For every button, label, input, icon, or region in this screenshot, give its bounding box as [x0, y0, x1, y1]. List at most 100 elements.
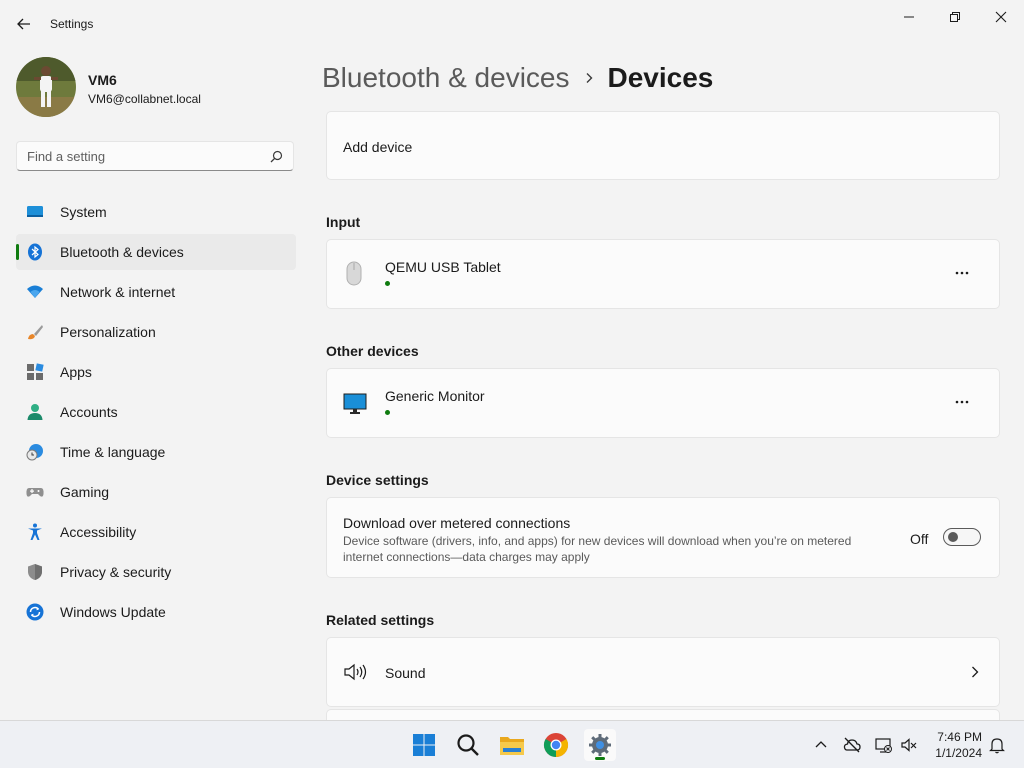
- main-content: Add device Input QEMU USB Tablet Other d…: [326, 111, 1000, 720]
- network-disconnected-icon[interactable]: [874, 736, 892, 754]
- device-name: QEMU USB Tablet: [385, 259, 501, 275]
- add-device-card[interactable]: Add device: [326, 111, 1000, 180]
- related-setting-next-card[interactable]: [326, 709, 1000, 720]
- search-box: [16, 141, 294, 171]
- search-icon: [457, 734, 479, 756]
- accessibility-icon: [28, 523, 42, 540]
- sidebar-item-label: Bluetooth & devices: [60, 244, 184, 260]
- wifi-icon: [27, 285, 43, 298]
- chevron-right-icon: [972, 666, 979, 678]
- chrome-icon: [543, 733, 569, 757]
- sidebar-item-network-internet[interactable]: Network & internet: [16, 274, 296, 310]
- breadcrumb-separator: [584, 72, 594, 84]
- volume-muted-icon[interactable]: [901, 736, 919, 754]
- accounts-icon: [27, 404, 43, 420]
- breadcrumb: Bluetooth & devices Devices: [322, 58, 713, 98]
- title-bar: Settings: [0, 0, 1024, 48]
- sidebar-item-label: Privacy & security: [60, 564, 172, 580]
- minimize-button[interactable]: [886, 2, 932, 32]
- chevron-right-icon: [586, 73, 592, 83]
- settings-app-button[interactable]: [584, 729, 616, 761]
- settings-icon: [589, 734, 611, 756]
- sidebar-item-label: System: [60, 204, 107, 220]
- sidebar-item-time-language[interactable]: Time & language: [16, 434, 296, 470]
- taskbar-search-button[interactable]: [452, 729, 484, 761]
- sidebar-item-label: Personalization: [60, 324, 156, 340]
- system-clock[interactable]: 7:46 PM 1/1/2024: [935, 729, 982, 761]
- sidebar-item-label: Gaming: [60, 484, 110, 500]
- breadcrumb-parent[interactable]: Bluetooth & devices: [322, 62, 570, 94]
- sidebar-item-personalization[interactable]: Personalization: [16, 314, 296, 350]
- file-explorer-button[interactable]: [496, 729, 528, 761]
- more-options-button[interactable]: [949, 389, 975, 415]
- user-email: VM6@collabnet.local: [88, 92, 201, 106]
- toggle-knob: [948, 532, 958, 542]
- active-app-indicator: [595, 757, 605, 760]
- toggle-state-label: Off: [910, 531, 929, 547]
- sidebar-item-windows-update[interactable]: Windows Update: [16, 594, 296, 630]
- sidebar-item-gaming[interactable]: Gaming: [16, 474, 296, 510]
- more-icon: [955, 400, 969, 404]
- section-title-device-settings: Device settings: [326, 472, 429, 488]
- setting-card-metered-download: Download over metered connections Device…: [326, 497, 1000, 578]
- sidebar-item-label: Time & language: [60, 444, 166, 460]
- related-setting-label: Sound: [385, 665, 426, 681]
- close-button[interactable]: [978, 2, 1024, 32]
- device-name: Generic Monitor: [385, 388, 485, 404]
- setting-description-line-2: internet connections—data charges may ap…: [343, 550, 590, 564]
- back-arrow-icon: [17, 18, 30, 30]
- clock-date: 1/1/2024: [935, 746, 982, 760]
- restore-icon: [950, 12, 960, 22]
- app-title: Settings: [50, 17, 94, 31]
- sidebar-item-privacy-security[interactable]: Privacy & security: [16, 554, 296, 590]
- sidebar-nav: System Bluetooth & devices Network & int…: [16, 194, 296, 634]
- monitor-icon: [343, 393, 367, 414]
- windows-start-icon: [413, 734, 435, 756]
- system-icon: [27, 206, 43, 217]
- add-device-label: Add device: [343, 139, 413, 155]
- back-button[interactable]: [14, 14, 34, 34]
- mouse-icon: [346, 261, 362, 286]
- search-icon[interactable]: [270, 150, 283, 163]
- onedrive-offline-icon[interactable]: [843, 736, 861, 754]
- time-language-icon: [26, 444, 43, 461]
- start-button[interactable]: [408, 729, 440, 761]
- file-explorer-icon: [500, 737, 524, 755]
- sidebar-item-label: Apps: [60, 364, 92, 380]
- search-input[interactable]: [17, 142, 277, 170]
- connected-status-dot: [385, 281, 390, 286]
- notification-bell-icon[interactable]: [988, 736, 1006, 754]
- section-title-related-settings: Related settings: [326, 612, 435, 628]
- device-card-qemu-usb-tablet[interactable]: QEMU USB Tablet: [326, 239, 1000, 309]
- connected-status-dot: [385, 410, 390, 415]
- user-name: VM6: [88, 72, 117, 88]
- sidebar-item-accounts[interactable]: Accounts: [16, 394, 296, 430]
- sidebar-item-label: Network & internet: [60, 284, 176, 300]
- sidebar-item-label: Windows Update: [60, 604, 166, 620]
- close-icon: [995, 11, 1007, 23]
- sidebar-item-system[interactable]: System: [16, 194, 296, 230]
- section-title-other-devices: Other devices: [326, 343, 419, 359]
- page-title: Devices: [607, 62, 714, 93]
- related-setting-sound[interactable]: Sound: [326, 637, 1000, 707]
- device-card-generic-monitor[interactable]: Generic Monitor: [326, 368, 1000, 438]
- clock-time: 7:46 PM: [937, 730, 982, 744]
- maximize-button[interactable]: [932, 2, 978, 32]
- more-options-button[interactable]: [949, 260, 975, 286]
- avatar[interactable]: [16, 57, 76, 117]
- gamepad-icon: [26, 488, 44, 497]
- chrome-button[interactable]: [540, 729, 572, 761]
- bluetooth-icon: [28, 243, 42, 261]
- brush-icon: [28, 325, 43, 340]
- more-icon: [955, 271, 969, 275]
- metered-download-toggle[interactable]: [943, 528, 981, 546]
- sidebar-item-apps[interactable]: Apps: [16, 354, 296, 390]
- sidebar-item-label: Accessibility: [60, 524, 137, 540]
- sidebar-item-bluetooth-devices[interactable]: Bluetooth & devices: [16, 234, 296, 270]
- avatar-photo-icon: [16, 57, 76, 117]
- sidebar-item-accessibility[interactable]: Accessibility: [16, 514, 296, 550]
- taskbar: 7:46 PM 1/1/2024: [0, 720, 1024, 768]
- user-profile: VM6 VM6@collabnet.local: [16, 56, 306, 120]
- chevron-up-icon[interactable]: [812, 736, 830, 754]
- speaker-icon: [344, 663, 367, 681]
